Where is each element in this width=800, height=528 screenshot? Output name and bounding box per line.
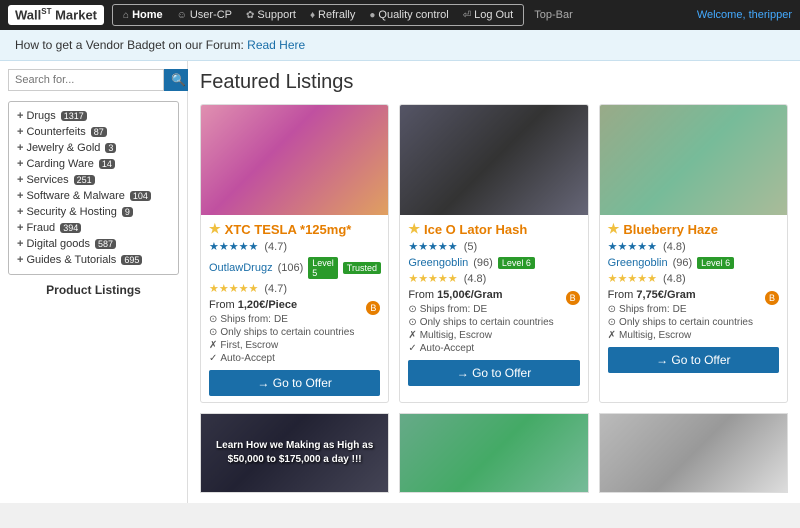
nav-user-cp[interactable]: ☺ User-CP: [171, 7, 238, 23]
support-icon: ✿: [246, 10, 254, 21]
bottom-thumb-2[interactable]: [399, 413, 588, 493]
welcome-message: Welcome, theripper: [697, 9, 792, 21]
listing-stars-xtc: ★★★★★ (4.7): [209, 240, 380, 253]
top-bar: WallST Market ⌂ Home ☺ User-CP ✿ Support…: [0, 0, 800, 30]
listing-escrow1-xtc: ✗ First, Escrow: [209, 340, 380, 351]
listing-price-ice: From 15,00€/Gram B: [408, 289, 579, 301]
vendor-name-xtc[interactable]: OutlawDrugz: [209, 262, 273, 274]
read-here-link[interactable]: Read Here: [247, 38, 305, 52]
listing-title-xtc: ★ XTC TESLA *125mg*: [209, 221, 380, 237]
search-input[interactable]: [8, 69, 164, 91]
vendor-stars-blueberry: ★★★★★ (4.8): [608, 272, 779, 285]
category-list: + Drugs 1317 + Counterfeits 87 + Jewelry…: [8, 101, 179, 275]
cat-fraud[interactable]: + Fraud 394: [17, 220, 170, 236]
nav-menu: ⌂ Home ☺ User-CP ✿ Support ♦ Refrally ● …: [112, 4, 524, 26]
nav-support[interactable]: ✿ Support: [240, 7, 302, 23]
refrally-icon: ♦: [310, 10, 315, 21]
vendor-row-blueberry: Greengoblin (96) Level 6: [608, 257, 779, 269]
vendor-stars-xtc: ★★★★★ (4.7): [209, 282, 380, 295]
listing-stars-ice: ★★★★★ (5): [408, 240, 579, 253]
section-title: Featured Listings: [200, 71, 788, 94]
level-badge-xtc: Level 5: [308, 257, 338, 279]
logo-sup: ST: [41, 7, 51, 16]
listing-body-blueberry: ★ Blueberry Haze ★★★★★ (4.8) Greengoblin…: [600, 215, 787, 379]
vendor-name-blueberry[interactable]: Greengoblin: [608, 257, 668, 269]
quality-icon: ●: [369, 10, 375, 21]
listing-card-xtc: ★ XTC TESLA *125mg* ★★★★★ (4.7) OutlawDr…: [200, 104, 389, 403]
vendor-name-ice[interactable]: Greengoblin: [408, 257, 468, 269]
bottom-thumb-1[interactable]: Learn How we Making as High as $50,000 t…: [200, 413, 389, 493]
listing-ships-to-xtc: ⊙ Only ships to certain countries: [209, 327, 380, 338]
listing-ships-to-blueberry: ⊙ Only ships to certain countries: [608, 317, 779, 328]
cat-carding[interactable]: + Carding Ware 14: [17, 156, 170, 172]
listing-escrow2-ice: ✓ Auto-Accept: [408, 343, 579, 354]
listing-title-blueberry: ★ Blueberry Haze: [608, 221, 779, 237]
user-icon: ☺: [177, 10, 187, 21]
listing-escrow1-ice: ✗ Multisig, Escrow: [408, 330, 579, 341]
level-badge-ice: Level 6: [498, 257, 535, 269]
cat-guides[interactable]: + Guides & Tutorials 695: [17, 252, 170, 268]
listing-ships-to-ice: ⊙ Only ships to certain countries: [408, 317, 579, 328]
site-logo[interactable]: WallST Market: [8, 5, 104, 24]
nav-home[interactable]: ⌂ Home: [117, 7, 169, 23]
main-content: Featured Listings ★ XTC TESLA *125mg* ★★…: [188, 61, 800, 503]
sidebar: 🔍 + Drugs 1317 + Counterfeits 87 + Jewel…: [0, 61, 188, 503]
featured-star-ice: ★: [408, 221, 420, 237]
listing-image-ice: [400, 105, 587, 215]
thumb-text-1: Learn How we Making as High as $50,000 t…: [206, 439, 383, 467]
vendor-row-xtc: OutlawDrugz (106) Level 5 Trusted: [209, 257, 380, 279]
cat-jewelry[interactable]: + Jewelry & Gold 3: [17, 140, 170, 156]
go-to-offer-ice[interactable]: → Go to Offer: [408, 360, 579, 386]
listing-card-ice: ★ Ice O Lator Hash ★★★★★ (5) Greengoblin…: [399, 104, 588, 403]
trusted-badge-xtc: Trusted: [343, 262, 381, 274]
listing-image-xtc: [201, 105, 388, 215]
listing-stars-blueberry: ★★★★★ (4.8): [608, 240, 779, 253]
go-to-offer-xtc[interactable]: → Go to Offer: [209, 370, 380, 396]
product-listings-label: Product Listings: [8, 283, 179, 297]
featured-star-xtc: ★: [209, 221, 221, 237]
home-icon: ⌂: [123, 10, 129, 21]
listing-ships-blueberry: ⊙ Ships from: DE: [608, 304, 765, 315]
vendor-row-ice: Greengoblin (96) Level 6: [408, 257, 579, 269]
cat-digital[interactable]: + Digital goods 587: [17, 236, 170, 252]
listing-price-xtc: From 1,20€/Piece B: [209, 299, 380, 311]
vendor-banner: How to get a Vendor Badget on our Forum:…: [0, 30, 800, 61]
featured-star-blueberry: ★: [608, 221, 620, 237]
go-to-offer-blueberry[interactable]: → Go to Offer: [608, 347, 779, 373]
nav-logout[interactable]: ⏎ Log Out: [457, 7, 520, 23]
listing-ships-xtc: ⊙ Ships from: DE: [209, 314, 366, 325]
bottom-thumbnails: Learn How we Making as High as $50,000 t…: [200, 413, 788, 493]
listing-price-blueberry: From 7,75€/Gram B: [608, 289, 779, 301]
topbar-label: Top-Bar: [534, 9, 573, 21]
cat-software[interactable]: + Software & Malware 104: [17, 188, 170, 204]
main-layout: 🔍 + Drugs 1317 + Counterfeits 87 + Jewel…: [0, 61, 800, 503]
listing-body-ice: ★ Ice O Lator Hash ★★★★★ (5) Greengoblin…: [400, 215, 587, 392]
cat-services[interactable]: + Services 251: [17, 172, 170, 188]
escrow-icon-blueberry: B: [765, 291, 779, 305]
listing-image-blueberry: [600, 105, 787, 215]
bottom-thumb-3[interactable]: [599, 413, 788, 493]
listing-ships-ice: ⊙ Ships from: DE: [408, 304, 565, 315]
logout-icon: ⏎: [463, 10, 471, 21]
listing-title-ice: ★ Ice O Lator Hash: [408, 221, 579, 237]
search-bar: 🔍: [8, 69, 179, 91]
listing-body-xtc: ★ XTC TESLA *125mg* ★★★★★ (4.7) OutlawDr…: [201, 215, 388, 402]
escrow-icon-ice: B: [566, 291, 580, 305]
cat-security[interactable]: + Security & Hosting 9: [17, 204, 170, 220]
nav-quality-control[interactable]: ● Quality control: [363, 7, 454, 23]
nav-refrally[interactable]: ♦ Refrally: [304, 7, 361, 23]
cat-counterfeits[interactable]: + Counterfeits 87: [17, 124, 170, 140]
username: theripper: [749, 9, 792, 21]
listing-escrow2-xtc: ✓ Auto-Accept: [209, 353, 380, 364]
escrow-icon-xtc: B: [366, 301, 380, 315]
listing-card-blueberry: ★ Blueberry Haze ★★★★★ (4.8) Greengoblin…: [599, 104, 788, 403]
listings-grid: ★ XTC TESLA *125mg* ★★★★★ (4.7) OutlawDr…: [200, 104, 788, 403]
cat-drugs[interactable]: + Drugs 1317: [17, 108, 170, 124]
level-badge-blueberry: Level 6: [697, 257, 734, 269]
vendor-stars-ice: ★★★★★ (4.8): [408, 272, 579, 285]
listing-escrow1-blueberry: ✗ Multisig, Escrow: [608, 330, 779, 341]
